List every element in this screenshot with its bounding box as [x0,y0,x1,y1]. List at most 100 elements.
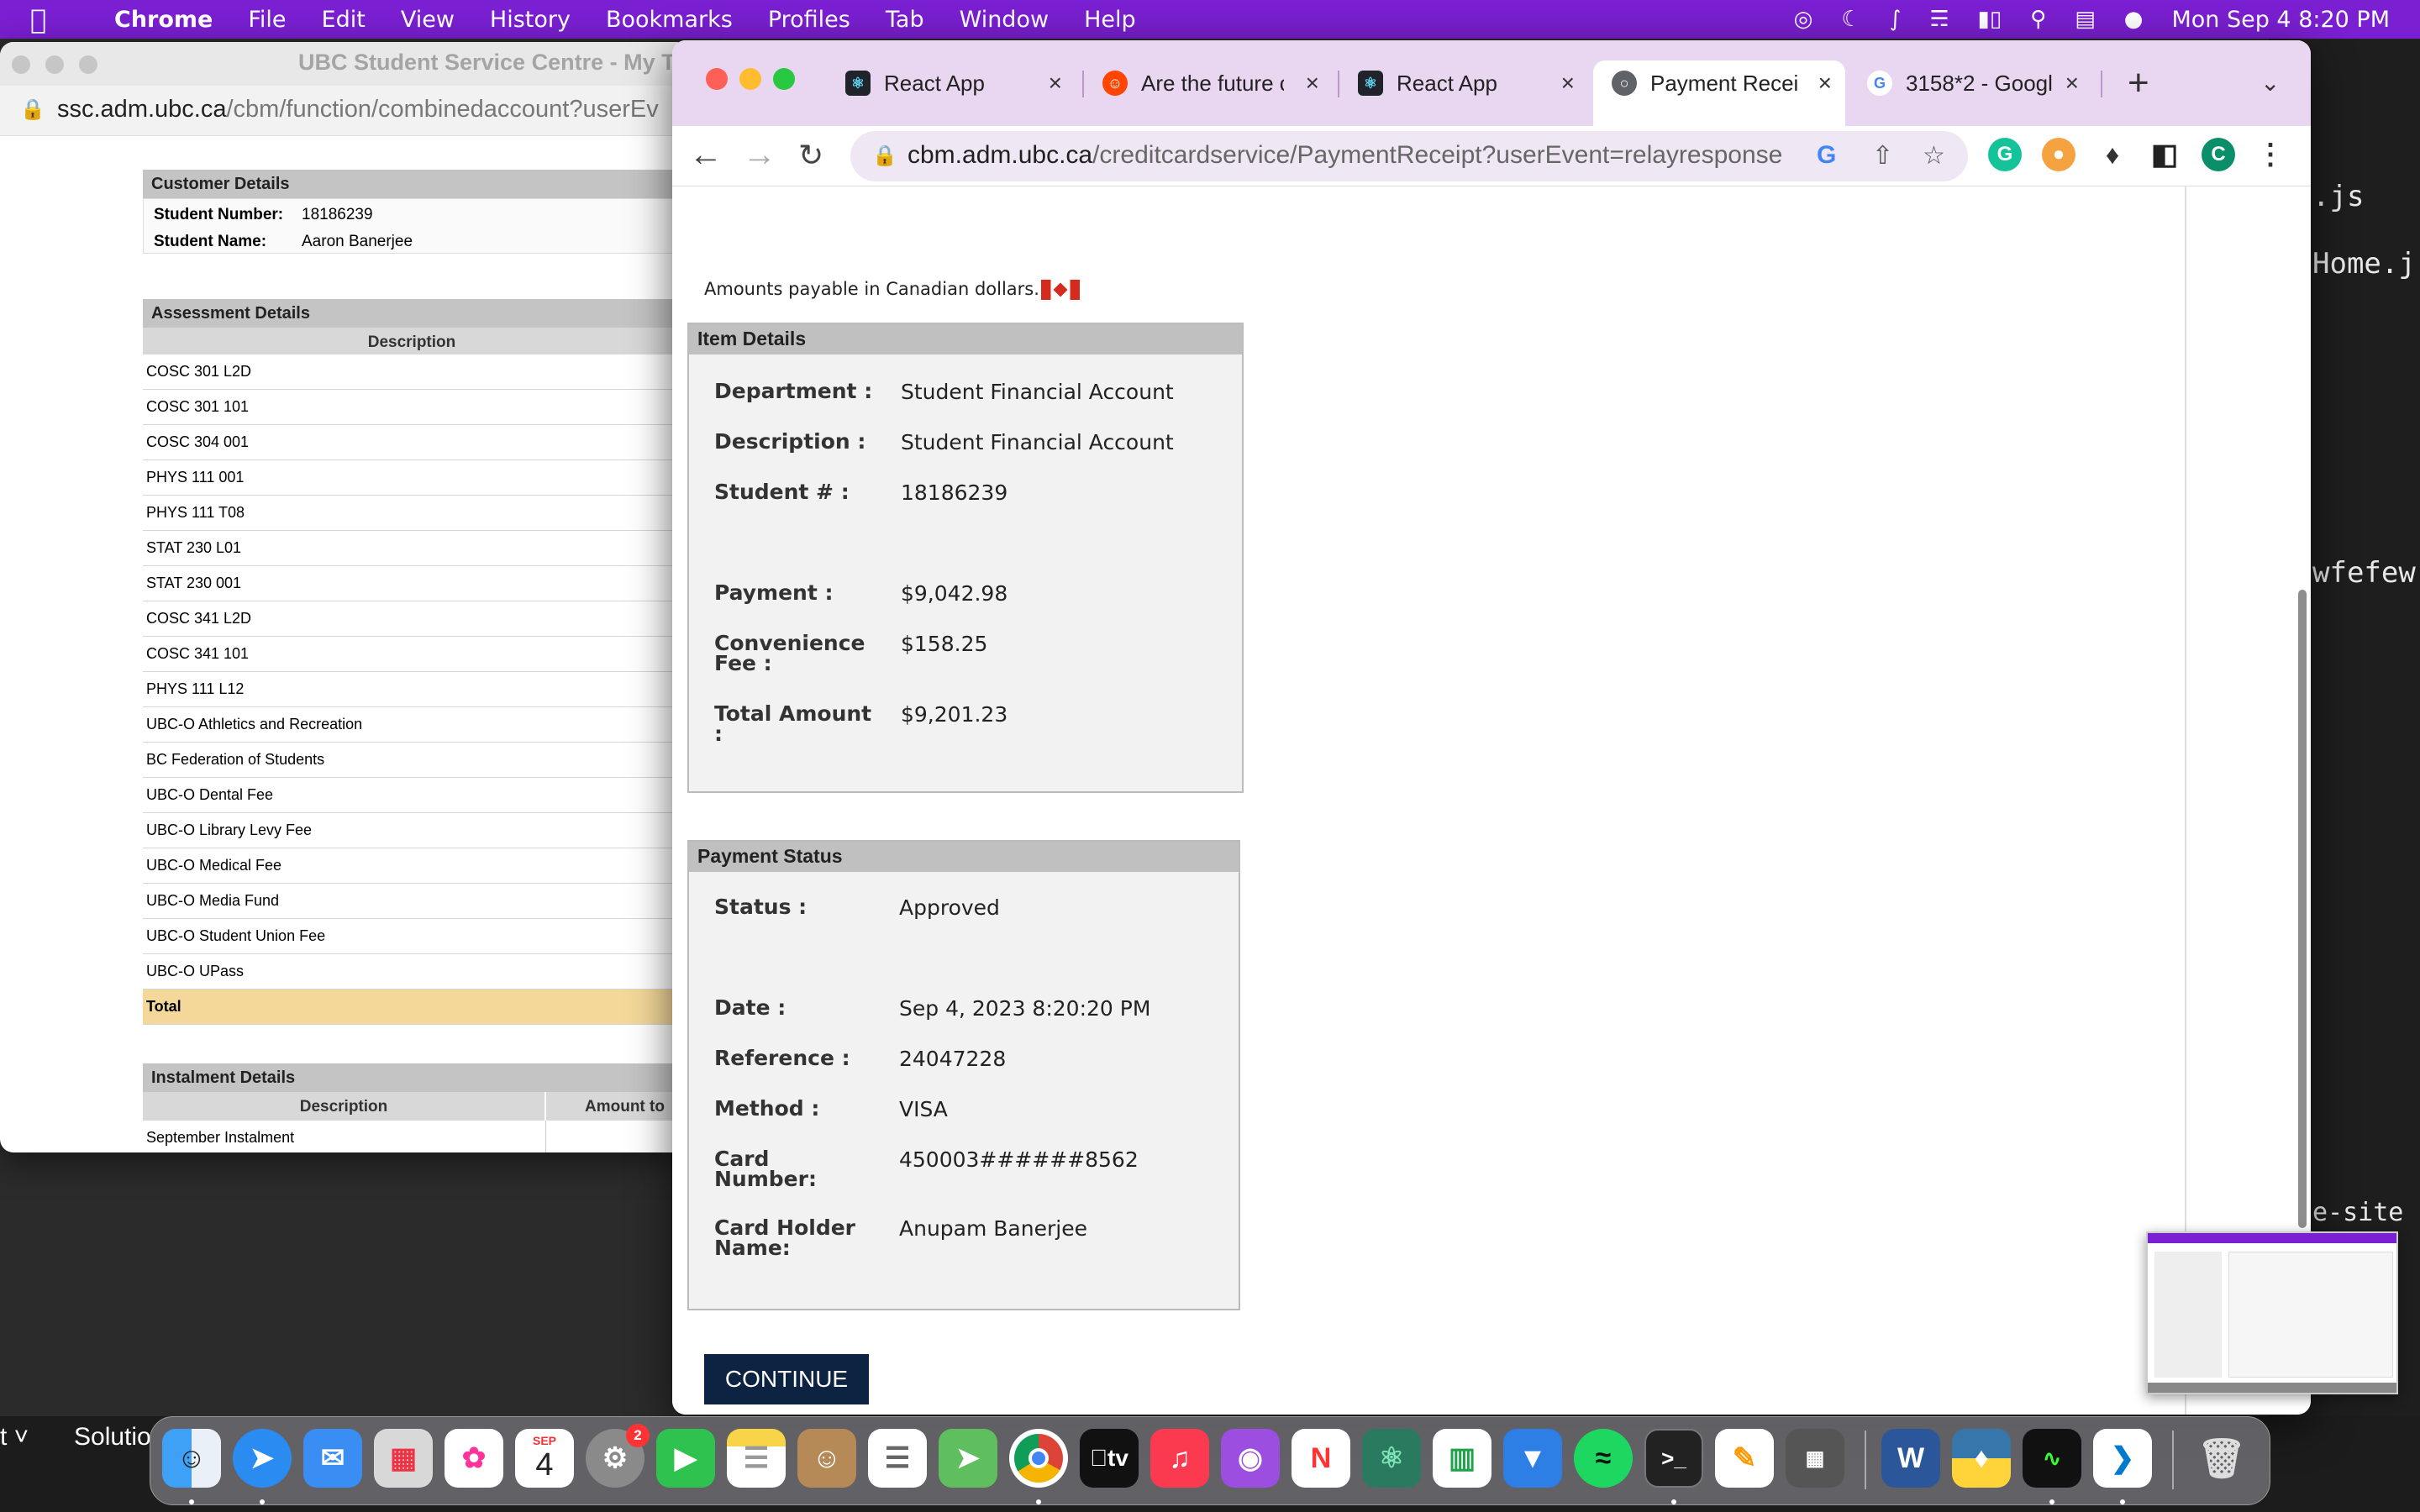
reload-icon[interactable]: ↻ [798,138,823,173]
tab-react-app-1[interactable]: ⚛ React App × [827,60,1076,106]
menu-window[interactable]: Window [960,7,1049,33]
system-settings-icon[interactable]: ⚙ 2 [586,1424,650,1488]
continue-button[interactable]: CONTINUE [704,1354,869,1404]
total-amount-value: $9,201.23 [901,702,1008,727]
music-icon[interactable]: ♫ [1150,1429,1209,1488]
mail-icon[interactable]: ✉ [303,1429,362,1488]
siri-icon[interactable]: ● [2124,7,2144,32]
zoom-dot[interactable] [79,55,97,74]
menu-app-name[interactable]: Chrome [114,7,213,33]
screenshot-thumbnail[interactable] [2146,1231,2398,1394]
extension-orange-icon[interactable]: ● [2042,138,2075,171]
background-browser-window[interactable]: UBC Student Service Centre - My T 🔒 ssc.… [0,42,689,1152]
tab-payment-receipt[interactable]: ○ Payment Receip × [1593,60,1845,126]
extensions-puzzle-icon[interactable]: ♦ [2096,138,2129,171]
assessment-row: UBC-O Library Levy Fee [143,813,681,848]
contacts-icon[interactable]: ☺ [797,1429,856,1488]
menu-tab[interactable]: Tab [886,7,924,33]
assessment-row: STAT 230 001 [143,566,681,601]
podcasts-icon[interactable]: ◉ [1221,1429,1280,1488]
globe-icon: ○ [1612,71,1637,96]
menubar-clock[interactable]: Mon Sep 4 8:20 PM [2171,7,2390,33]
trash-icon[interactable]: 🗑 [2192,1429,2251,1488]
scrollbar-thumb[interactable] [2298,590,2307,1228]
reference-value: 24047228 [899,1047,1007,1071]
method-label: Method : [714,1096,820,1121]
activity-monitor-icon[interactable]: ∿ [2023,1429,2081,1488]
battery-icon[interactable]: ▮▯ [1978,7,2002,32]
numbers-icon[interactable]: ▥ [1433,1429,1491,1488]
tab-react-app-2[interactable]: ⚛ React App × [1339,60,1588,106]
menu-profiles[interactable]: Profiles [768,7,850,33]
tab-label: React App [884,70,985,96]
instalment-row-description: September Instalment [143,1121,546,1152]
python-icon[interactable]: ♦ [1952,1429,2011,1488]
reminders-icon[interactable]: ☰ [868,1429,927,1488]
forward-arrow-icon[interactable]: → [743,136,776,174]
word-icon[interactable]: W [1881,1429,1940,1488]
close-tab-icon[interactable]: × [1561,70,1575,97]
facetime-icon[interactable]: ▶ [656,1429,715,1488]
browser-toolbar: ← → ↻ 🔒 cbm.adm.ubc.ca/creditcardservice… [672,126,2311,186]
vscode-icon[interactable]: ❯ [2093,1429,2152,1488]
desktop-solution-label[interactable]: Solutio [74,1423,151,1452]
bluetooth-icon[interactable]: ∫ [1890,7,1902,32]
safari-icon[interactable]: ➤ [233,1429,292,1488]
notes-icon[interactable]: ☰ [727,1429,786,1488]
share-icon[interactable]: ⇧ [1872,141,1893,171]
screensaver-icon[interactable]: ▦ [1786,1429,1844,1488]
close-tab-icon[interactable]: × [1306,70,1319,97]
appletv-icon[interactable]: tv [1080,1429,1139,1488]
tab-reddit[interactable]: ☺ Are the future c × [1084,60,1333,106]
card-number-value: 450003######8562 [899,1147,1139,1172]
airdrop-icon[interactable]: ◎ [1794,7,1813,32]
profile-avatar[interactable]: C [2202,138,2235,171]
control-center-icon[interactable]: ▤ [2075,7,2096,32]
google-lens-icon[interactable]: G [1817,141,1836,170]
side-panel-icon[interactable]: ◧ [2148,138,2181,171]
tab-google-search[interactable]: G 3158*2 - Googl × [1849,60,2092,106]
focus-moon-icon[interactable]: ☾ [1841,7,1860,32]
close-tab-icon[interactable]: × [1049,70,1062,97]
lock-icon[interactable]: 🔒 [872,144,897,168]
new-tab-plus-icon[interactable]: + [2128,62,2149,104]
zoom-window-button[interactable] [773,68,795,90]
launchpad-icon[interactable]: ▦ [374,1429,433,1488]
menu-edit[interactable]: Edit [322,7,366,33]
keynote-icon[interactable]: ▼ [1503,1429,1562,1488]
pages-icon[interactable]: ✎ [1715,1429,1774,1488]
back-arrow-icon[interactable]: ← [689,136,723,174]
menu-history[interactable]: History [490,7,571,33]
tab-search-chevron-icon[interactable]: ⌄ [2260,69,2280,97]
finder-icon[interactable]: ☺ [162,1429,221,1488]
wifi-icon[interactable]: ☴ [1929,7,1949,32]
menu-file[interactable]: File [248,7,286,33]
omnibox[interactable]: 🔒 cbm.adm.ubc.ca/creditcardservice/Payme… [850,131,1968,181]
chrome-window[interactable]: ⚛ React App × ☺ Are the future c × ⚛ Rea… [672,40,2311,1415]
spotify-icon[interactable]: ≈ [1574,1429,1633,1488]
minimize-dot[interactable] [45,55,64,74]
assessment-row: COSC 341 101 [143,637,681,672]
close-tab-icon[interactable]: × [2065,70,2079,97]
news-icon[interactable]: N [1292,1429,1350,1488]
url-path: /creditcardservice/PaymentReceipt?userEv… [1092,141,1783,169]
menu-view[interactable]: View [401,7,455,33]
spotlight-search-icon[interactable]: ⚲ [2030,7,2046,32]
close-dot[interactable] [12,55,30,74]
bookmark-star-icon[interactable]: ☆ [1923,141,1945,171]
atom-icon[interactable]: ⚛ [1362,1429,1421,1488]
grammarly-icon[interactable]: G [1988,138,2022,171]
address-bar[interactable]: 🔒 ssc.adm.ubc.ca/cbm/function/combinedac… [0,86,689,136]
close-window-button[interactable] [706,68,728,90]
photos-icon[interactable]: ✿ [445,1429,503,1488]
close-tab-icon[interactable]: × [1818,70,1832,97]
terminal-icon[interactable]: >_ [1644,1429,1703,1488]
kebab-menu-icon[interactable]: ⋮ [2254,138,2287,171]
minimize-window-button[interactable] [739,68,761,90]
apple-logo-icon[interactable]:  [30,3,72,35]
menu-help[interactable]: Help [1084,7,1136,33]
chrome-icon[interactable] [1009,1429,1068,1488]
calendar-icon[interactable]: SEP 4 [515,1429,574,1488]
menu-bookmarks[interactable]: Bookmarks [606,7,733,33]
maps-icon[interactable]: ➤ [939,1429,997,1488]
